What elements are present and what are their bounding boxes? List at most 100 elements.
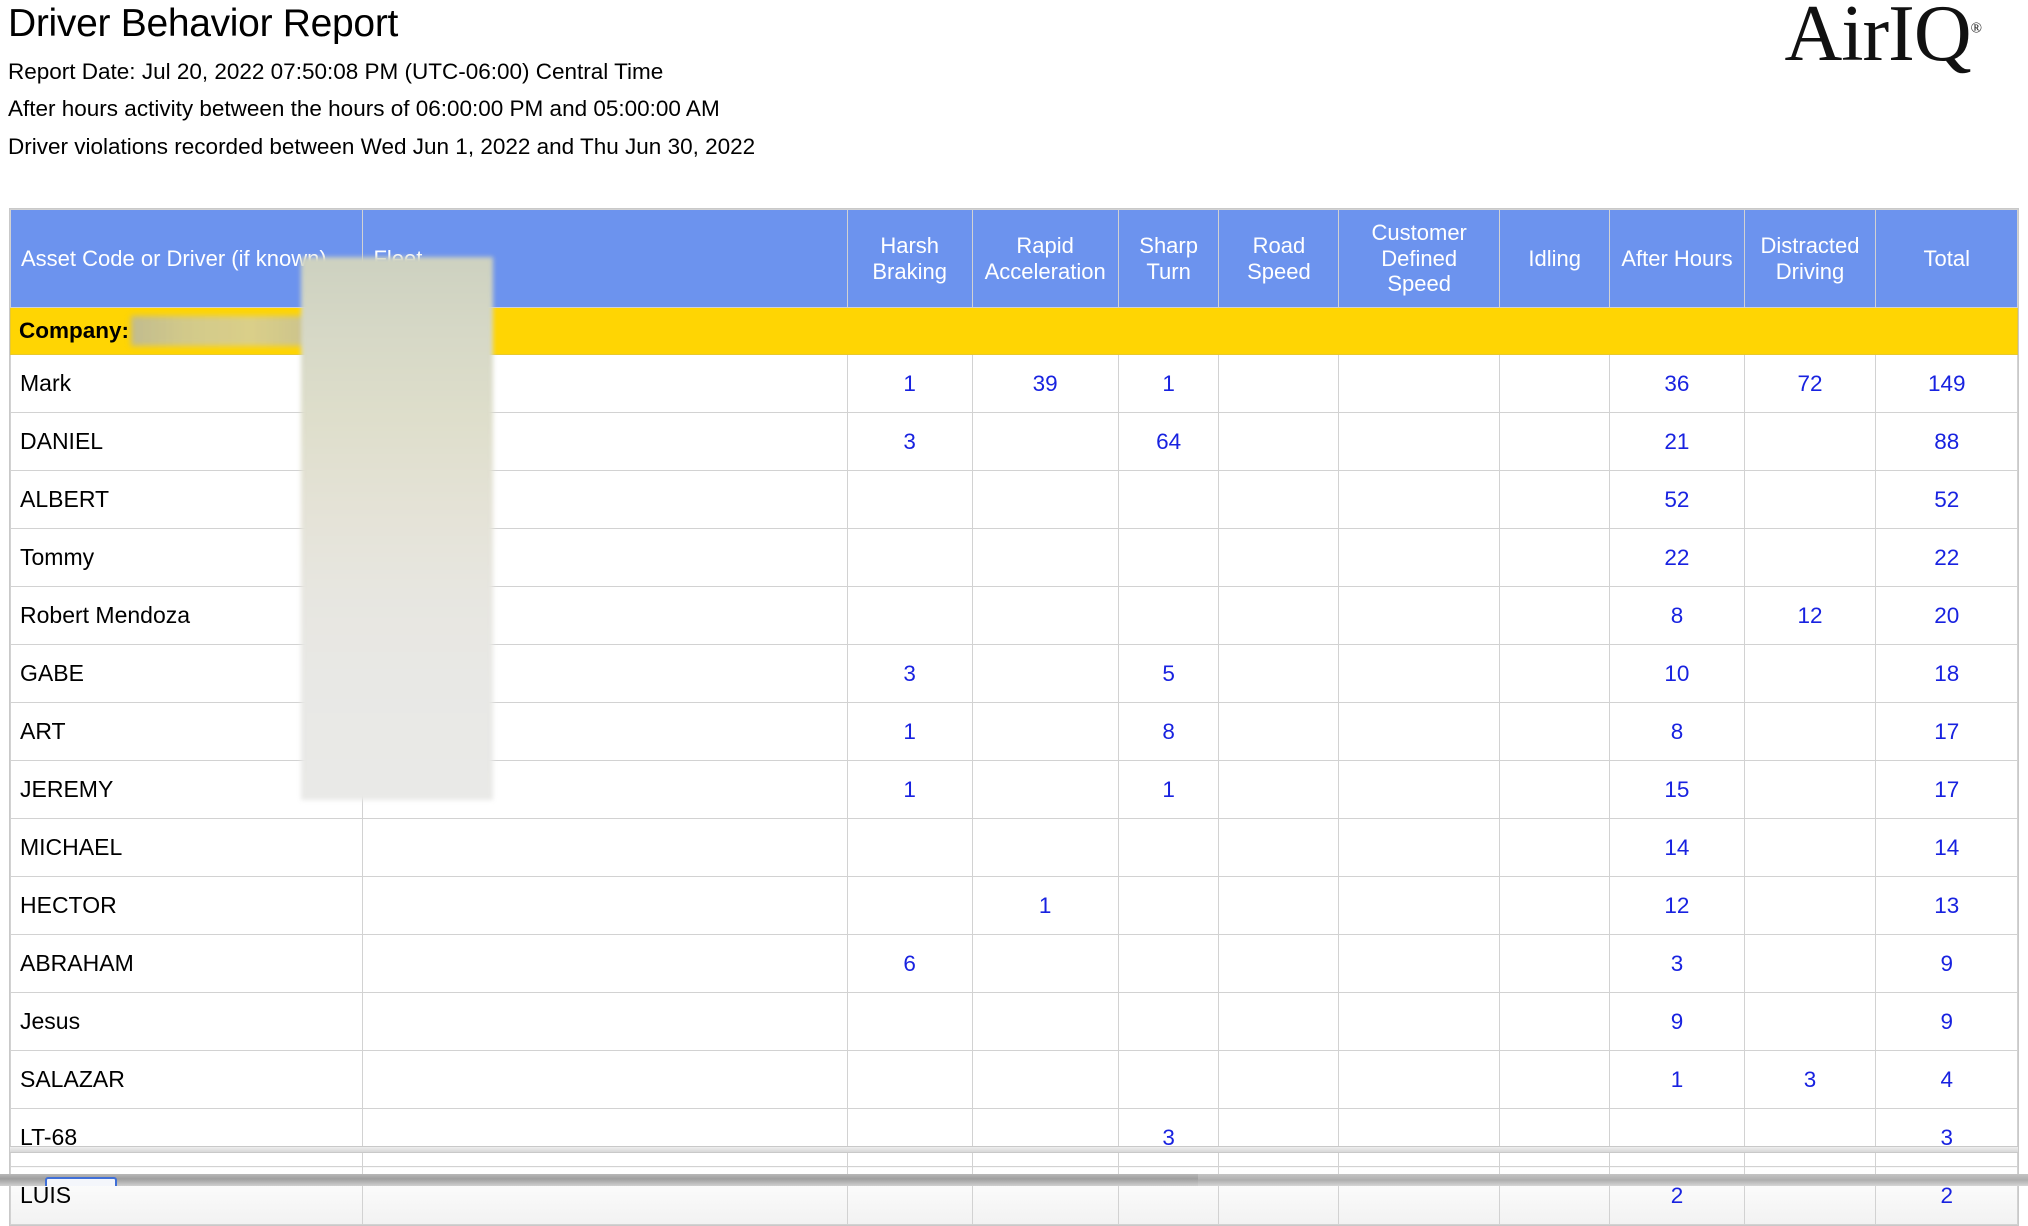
company-name-redaction <box>131 316 326 346</box>
cell-rapid-acceleration <box>971 934 1119 993</box>
cell-total: 17 <box>1875 760 2018 819</box>
cell-sharp-turn: 8 <box>1117 702 1220 761</box>
cell-distracted-driving <box>1743 528 1877 587</box>
cell-driver-name: DANIEL <box>9 412 364 471</box>
column-header-customer-defined-speed-line1: Customer <box>1371 219 1467 245</box>
cell-distracted-driving <box>1743 934 1877 993</box>
cell-harsh-braking: 3 <box>846 644 973 703</box>
cell-harsh-braking: 6 <box>846 934 973 993</box>
cell-idling <box>1499 470 1611 529</box>
cell-fleet <box>362 876 848 935</box>
cell-driver-name: MICHAEL <box>9 818 364 877</box>
table-row: ART 1 8 8 17 <box>9 702 2018 761</box>
table-row: Mark 1 39 1 36 72 149 <box>9 354 2018 413</box>
cell-idling <box>1499 412 1611 471</box>
cell-harsh-braking <box>846 1108 973 1167</box>
violations-date-range-line: Driver violations recorded between Wed J… <box>8 133 756 159</box>
cell-driver-name: SALAZAR <box>9 1050 364 1109</box>
column-header-total[interactable]: Total <box>1875 209 2018 308</box>
cell-customer-defined-speed <box>1338 702 1501 761</box>
cell-distracted-driving <box>1743 412 1877 471</box>
cell-sharp-turn <box>1117 934 1220 993</box>
cell-rapid-acceleration <box>971 412 1119 471</box>
cell-sharp-turn: 3 <box>1117 1108 1220 1167</box>
column-header-sharp-turn-line2: Turn <box>1146 258 1191 284</box>
cell-total: 22 <box>1875 528 2018 587</box>
cell-customer-defined-speed <box>1338 470 1501 529</box>
cell-total: 13 <box>1875 876 2018 935</box>
cell-road-speed <box>1218 1108 1340 1167</box>
column-header-harsh-braking-line2: Braking <box>872 258 947 284</box>
cell-distracted-driving <box>1743 818 1877 877</box>
column-header-customer-defined-speed[interactable]: Customer Defined Speed <box>1338 209 1501 308</box>
cell-customer-defined-speed <box>1338 876 1501 935</box>
cell-idling <box>1499 876 1611 935</box>
cell-harsh-braking <box>846 1050 973 1109</box>
cell-fleet <box>362 934 848 993</box>
cell-idling <box>1499 760 1611 819</box>
cell-fleet <box>362 586 848 645</box>
column-header-harsh-braking-line1: Harsh <box>880 232 940 258</box>
cell-customer-defined-speed <box>1338 1108 1501 1167</box>
column-header-harsh-braking[interactable]: Harsh Braking <box>846 209 973 308</box>
cell-total: 52 <box>1875 470 2018 529</box>
cell-sharp-turn <box>1117 586 1220 645</box>
column-header-distracted-driving[interactable]: Distracted Driving <box>1743 209 1877 308</box>
column-header-rapid-acceleration[interactable]: Rapid Acceleration <box>971 209 1119 308</box>
column-header-road-speed[interactable]: Road Speed <box>1218 209 1340 308</box>
cell-driver-name: Mark <box>9 354 364 413</box>
table-row: MICHAEL 14 14 <box>9 818 2018 877</box>
cell-sharp-turn: 64 <box>1117 412 1220 471</box>
column-header-fleet[interactable]: Fleet <box>362 209 848 308</box>
report-header: Driver Behavior Report Report Date: Jul … <box>0 0 2028 158</box>
cell-harsh-braking: 1 <box>846 760 973 819</box>
cell-distracted-driving <box>1743 470 1877 529</box>
table-row: GABE 3 5 10 18 <box>9 644 2018 703</box>
cell-total: 3 <box>1875 1108 2018 1167</box>
cell-sharp-turn <box>1117 528 1220 587</box>
cell-after-hours: 21 <box>1609 412 1745 471</box>
browser-tab[interactable] <box>45 1177 117 1186</box>
cell-idling <box>1499 992 1611 1051</box>
cell-total: 20 <box>1875 586 2018 645</box>
page-title: Driver Behavior Report <box>8 2 399 45</box>
cell-fleet <box>362 354 848 413</box>
cell-harsh-braking <box>846 586 973 645</box>
table-header-row: Asset Code or Driver (if known) Fleet Ha… <box>9 209 2018 308</box>
after-hours-range-line: After hours activity between the hours o… <box>8 96 720 122</box>
cell-after-hours: 52 <box>1609 470 1745 529</box>
cell-fleet <box>362 992 848 1051</box>
cell-driver-name: HECTOR <box>9 876 364 935</box>
cell-sharp-turn: 5 <box>1117 644 1220 703</box>
cell-distracted-driving: 12 <box>1743 586 1877 645</box>
column-header-asset-code[interactable]: Asset Code or Driver (if known) <box>9 209 364 308</box>
column-header-after-hours[interactable]: After Hours <box>1609 209 1745 308</box>
cell-harsh-braking <box>846 470 973 529</box>
cell-fleet <box>362 818 848 877</box>
cell-harsh-braking: 3 <box>846 412 973 471</box>
cell-driver-name: GABE <box>9 644 364 703</box>
cell-idling <box>1499 528 1611 587</box>
column-header-distracted-driving-line1: Distracted <box>1760 232 1860 258</box>
column-header-idling[interactable]: Idling <box>1499 209 1611 308</box>
cell-road-speed <box>1218 644 1340 703</box>
table-row: Robert Mendoza 8 12 20 <box>9 586 2018 645</box>
cell-driver-name: JEREMY <box>9 760 364 819</box>
cell-after-hours: 1 <box>1609 1050 1745 1109</box>
cell-total: 17 <box>1875 702 2018 761</box>
cell-driver-name: Robert Mendoza <box>9 586 364 645</box>
cell-harsh-braking <box>846 992 973 1051</box>
cell-rapid-acceleration <box>971 760 1119 819</box>
cell-after-hours: 9 <box>1609 992 1745 1051</box>
column-header-distracted-driving-line2: Driving <box>1775 258 1845 284</box>
cell-road-speed <box>1218 470 1340 529</box>
column-header-sharp-turn[interactable]: Sharp Turn <box>1117 209 1220 308</box>
cell-harsh-braking: 1 <box>846 354 973 413</box>
cell-after-hours: 3 <box>1609 934 1745 993</box>
cell-driver-name: Tommy <box>9 528 364 587</box>
registered-trademark-icon: ® <box>1970 20 1982 37</box>
column-header-road-speed-line1: Road <box>1252 232 1306 258</box>
table-row: JEREMY 1 1 15 17 <box>9 760 2018 819</box>
cell-fleet <box>362 470 848 529</box>
cell-customer-defined-speed <box>1338 1050 1501 1109</box>
